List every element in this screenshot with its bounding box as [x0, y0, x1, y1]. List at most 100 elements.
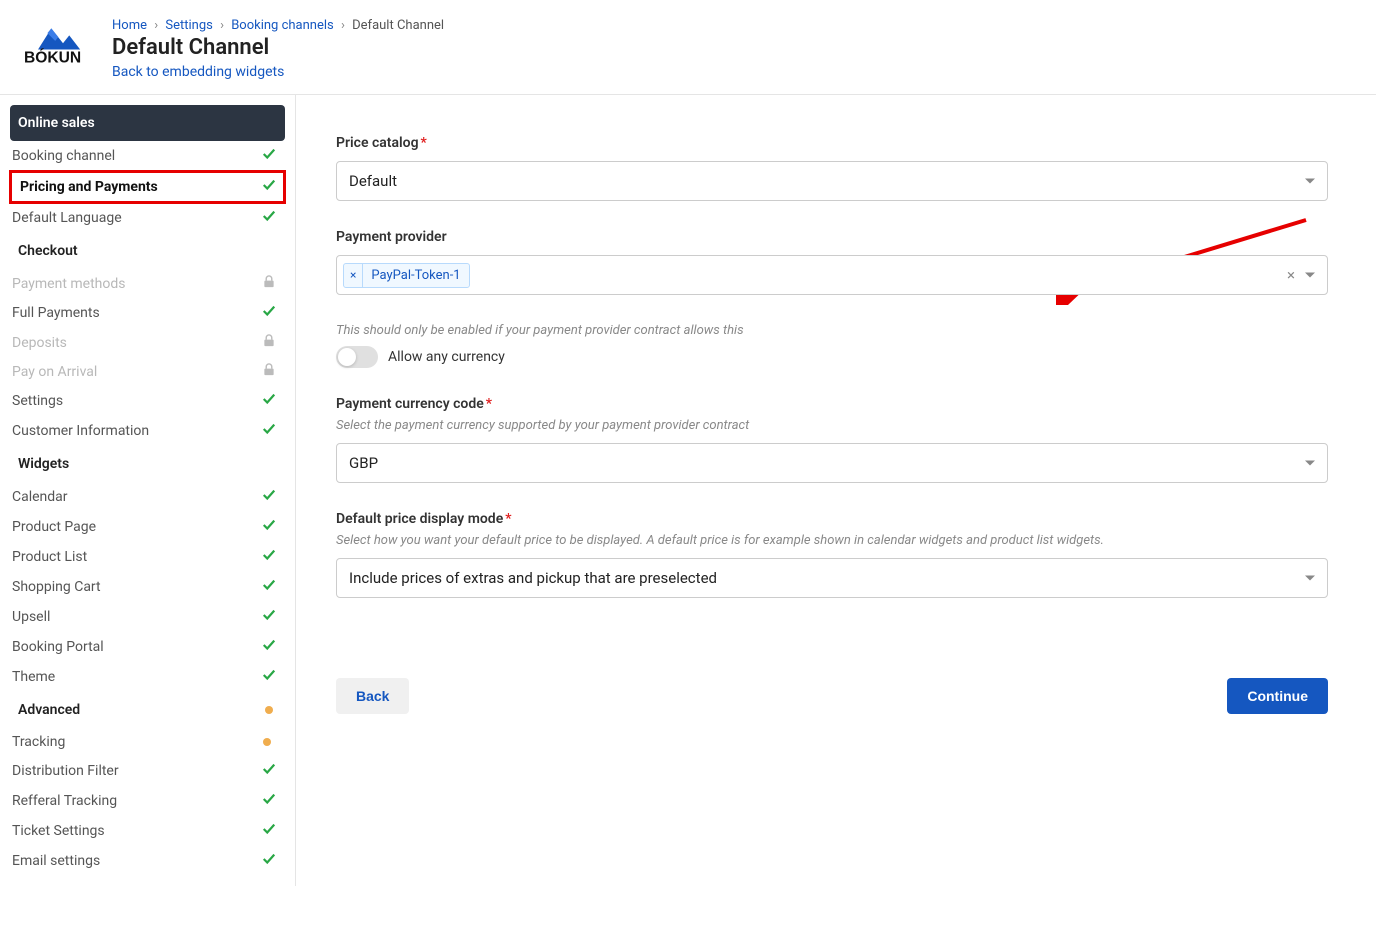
- multiselect-payment-provider[interactable]: × PayPal-Token-1 ×: [336, 255, 1328, 295]
- clear-all-button[interactable]: ×: [1287, 266, 1295, 284]
- check-icon: [261, 518, 277, 536]
- breadcrumb-booking-channels[interactable]: Booking channels: [231, 18, 334, 33]
- check-icon: [261, 608, 277, 626]
- breadcrumb-sep: ›: [154, 18, 158, 33]
- section-online-sales[interactable]: Online sales: [10, 105, 285, 141]
- section-checkout[interactable]: Checkout: [10, 233, 285, 269]
- check-icon: [261, 668, 277, 686]
- nav-shopping-cart[interactable]: Shopping Cart: [10, 572, 285, 602]
- nav-label: Distribution Filter: [10, 763, 119, 779]
- nav-full-payments[interactable]: Full Payments: [10, 298, 285, 328]
- nav-tracking[interactable]: Tracking: [10, 728, 285, 756]
- label-text: Price catalog: [336, 135, 419, 151]
- check-icon: [261, 638, 277, 656]
- label-text: Default price display mode: [336, 511, 503, 527]
- toggle-note: This should only be enabled if your paym…: [336, 323, 1328, 338]
- nav-customer-info[interactable]: Customer Information: [10, 416, 285, 446]
- check-icon: [261, 792, 277, 810]
- nav-label: Customer Information: [10, 423, 149, 439]
- check-icon: [261, 762, 277, 780]
- breadcrumb-settings[interactable]: Settings: [165, 18, 212, 33]
- toggle-allow-currency[interactable]: [336, 346, 378, 368]
- nav-theme[interactable]: Theme: [10, 662, 285, 692]
- svg-text:BÓKUN: BÓKUN: [24, 48, 81, 67]
- nav-label: Default Language: [10, 210, 122, 226]
- dot-icon: [265, 706, 273, 714]
- nav-distribution-filter[interactable]: Distribution Filter: [10, 756, 285, 786]
- nav-label: Deposits: [10, 335, 67, 351]
- nav-label: Booking Portal: [10, 639, 104, 655]
- nav-default-language[interactable]: Default Language: [10, 203, 285, 233]
- back-button[interactable]: Back: [336, 678, 409, 714]
- select-currency-code[interactable]: GBP: [336, 443, 1328, 483]
- toggle-label: Allow any currency: [388, 349, 505, 365]
- help-display-mode: Select how you want your default price t…: [336, 533, 1328, 548]
- chevron-down-icon: [1305, 461, 1315, 466]
- section-widgets[interactable]: Widgets: [10, 446, 285, 482]
- toggle-knob: [338, 348, 356, 366]
- select-value: GBP: [349, 454, 378, 472]
- nav-calendar[interactable]: Calendar: [10, 482, 285, 512]
- nav-label: Email settings: [10, 853, 100, 869]
- select-display-mode[interactable]: Include prices of extras and pickup that…: [336, 558, 1328, 598]
- required-mark: *: [486, 396, 492, 412]
- nav-product-page[interactable]: Product Page: [10, 512, 285, 542]
- nav-email-settings[interactable]: Email settings: [10, 846, 285, 876]
- tag-label: PayPal-Token-1: [363, 264, 468, 287]
- required-mark: *: [505, 511, 511, 527]
- select-value: Include prices of extras and pickup that…: [349, 569, 717, 587]
- label-text: Payment currency code: [336, 396, 484, 412]
- page-title: Default Channel: [112, 35, 444, 60]
- nav-product-list[interactable]: Product List: [10, 542, 285, 572]
- label-price-catalog: Price catalog*: [336, 135, 1328, 151]
- section-advanced[interactable]: Advanced: [10, 692, 285, 728]
- check-icon: [261, 147, 277, 165]
- select-value: Default: [349, 172, 397, 190]
- nav-booking-portal[interactable]: Booking Portal: [10, 632, 285, 662]
- select-price-catalog[interactable]: Default: [336, 161, 1328, 201]
- check-icon: [261, 178, 277, 196]
- nav-booking-channel[interactable]: Booking channel: [10, 141, 285, 171]
- nav-payment-methods[interactable]: Payment methods: [10, 269, 285, 298]
- nav-label: Payment methods: [10, 276, 125, 292]
- nav-upsell[interactable]: Upsell: [10, 602, 285, 632]
- sidebar: Online sales Booking channel Pricing and…: [0, 95, 296, 886]
- nav-label: Theme: [10, 669, 55, 685]
- nav-label: Shopping Cart: [10, 579, 101, 595]
- logo: BÓKUN: [24, 14, 102, 74]
- page-header: BÓKUN Home › Settings › Booking channels…: [0, 0, 1376, 95]
- lock-icon: [261, 363, 277, 380]
- section-advanced-label: Advanced: [18, 702, 80, 718]
- label-payment-provider: Payment provider: [336, 229, 1328, 245]
- lock-icon: [261, 275, 277, 292]
- continue-button[interactable]: Continue: [1227, 678, 1328, 714]
- tag-remove-button[interactable]: ×: [344, 264, 363, 287]
- required-mark: *: [421, 135, 427, 151]
- dot-icon: [261, 734, 277, 750]
- check-icon: [261, 422, 277, 440]
- nav-label: Ticket Settings: [10, 823, 105, 839]
- check-icon: [261, 488, 277, 506]
- nav-refferal-tracking[interactable]: Refferal Tracking: [10, 786, 285, 816]
- nav-label: Full Payments: [10, 305, 100, 321]
- nav-label: Refferal Tracking: [10, 793, 117, 809]
- nav-deposits[interactable]: Deposits: [10, 328, 285, 357]
- nav-settings[interactable]: Settings: [10, 386, 285, 416]
- chevron-down-icon: [1305, 273, 1315, 278]
- breadcrumb-home[interactable]: Home: [112, 18, 147, 33]
- nav-pay-on-arrival[interactable]: Pay on Arrival: [10, 357, 285, 386]
- check-icon: [261, 578, 277, 596]
- nav-label: Upsell: [10, 609, 50, 625]
- nav-label: Pricing and Payments: [18, 179, 158, 195]
- breadcrumb-sep: ›: [220, 18, 224, 33]
- nav-ticket-settings[interactable]: Ticket Settings: [10, 816, 285, 846]
- back-to-widgets-link[interactable]: Back to embedding widgets: [112, 64, 284, 80]
- nav-pricing-payments[interactable]: Pricing and Payments: [9, 170, 286, 204]
- field-payment-provider: Payment provider × PayPal-Token-1 ×: [336, 229, 1328, 295]
- lock-icon: [261, 334, 277, 351]
- nav-label: Product Page: [10, 519, 96, 535]
- field-price-catalog: Price catalog* Default: [336, 135, 1328, 201]
- help-currency-code: Select the payment currency supported by…: [336, 418, 1328, 433]
- chevron-down-icon: [1305, 576, 1315, 581]
- breadcrumb-sep: ›: [341, 18, 345, 33]
